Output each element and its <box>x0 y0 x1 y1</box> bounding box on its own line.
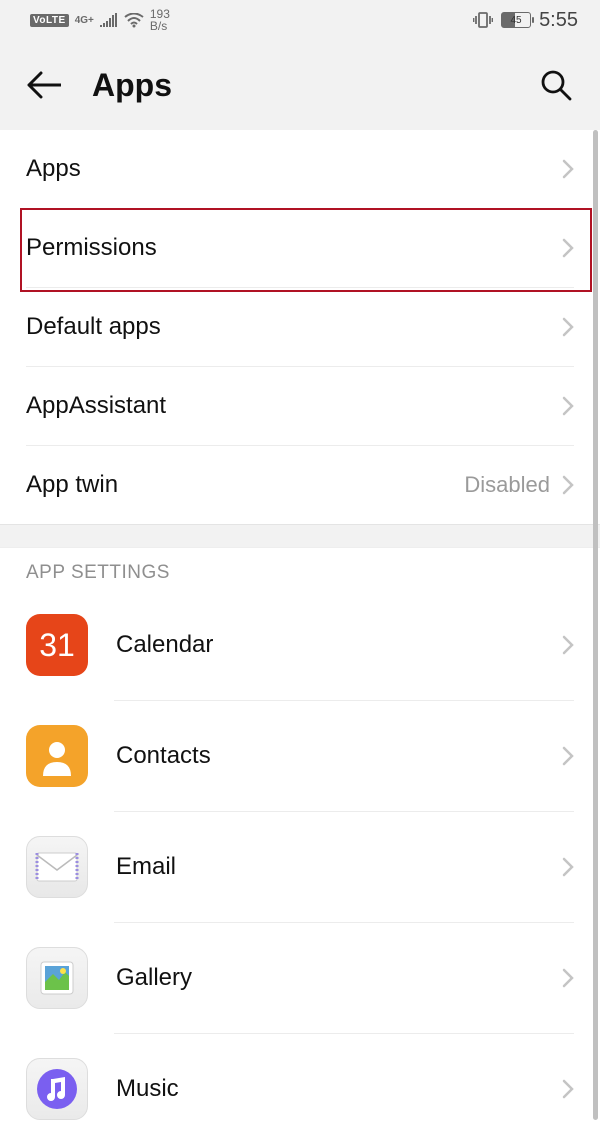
chevron-right-icon <box>562 159 574 179</box>
menu-label: AppAssistant <box>26 392 166 420</box>
app-calendar[interactable]: 31 Calendar <box>0 590 600 700</box>
volte-icon: VoLTE <box>30 14 69 27</box>
gallery-icon <box>26 947 88 1009</box>
contacts-icon <box>26 725 88 787</box>
chevron-right-icon <box>562 635 574 655</box>
status-bar: VoLTE 4G+ 193 B/s 45 5:55 <box>0 0 600 40</box>
chevron-right-icon <box>562 1079 574 1099</box>
music-icon <box>26 1058 88 1120</box>
wifi-icon <box>124 13 144 28</box>
app-label: Gallery <box>116 964 192 992</box>
menu-default-apps[interactable]: Default apps <box>0 288 600 366</box>
app-label: Email <box>116 853 176 881</box>
app-email[interactable]: Email <box>0 812 600 922</box>
menu-label: Apps <box>26 155 81 183</box>
chevron-right-icon <box>562 238 574 258</box>
settings-section: Apps Permissions Default apps AppAssista… <box>0 130 600 524</box>
menu-label: Default apps <box>26 313 161 341</box>
page-title: Apps <box>92 67 172 104</box>
network-gen-label: 4G+ <box>75 16 94 25</box>
chevron-right-icon <box>562 317 574 337</box>
menu-permissions[interactable]: Permissions <box>0 209 600 287</box>
section-header: APP SETTINGS <box>0 548 600 590</box>
data-rate-unit: B/s <box>150 20 170 32</box>
chevron-right-icon <box>562 968 574 988</box>
email-icon <box>26 836 88 898</box>
scrollbar[interactable] <box>593 130 598 1120</box>
app-music[interactable]: Music <box>0 1034 600 1144</box>
app-label: Calendar <box>116 631 213 659</box>
menu-app-assistant[interactable]: AppAssistant <box>0 367 600 445</box>
menu-app-twin[interactable]: App twin Disabled <box>0 446 600 524</box>
app-label: Music <box>116 1075 179 1103</box>
menu-label: Permissions <box>26 234 157 262</box>
header: Apps <box>0 40 600 130</box>
chevron-right-icon <box>562 396 574 416</box>
app-contacts[interactable]: Contacts <box>0 701 600 811</box>
signal-icon <box>100 13 118 27</box>
chevron-right-icon <box>562 857 574 877</box>
menu-value: Disabled <box>464 472 550 498</box>
search-button[interactable] <box>536 65 576 105</box>
vibrate-icon <box>473 11 493 29</box>
app-label: Contacts <box>116 742 211 770</box>
menu-apps[interactable]: Apps <box>0 130 600 208</box>
app-settings-list: 31 Calendar Contacts Email Gallery Music <box>0 590 600 1144</box>
clock-label: 5:55 <box>539 9 578 32</box>
app-gallery[interactable]: Gallery <box>0 923 600 1033</box>
chevron-right-icon <box>562 746 574 766</box>
chevron-right-icon <box>562 475 574 495</box>
back-button[interactable] <box>24 65 64 105</box>
menu-label: App twin <box>26 471 118 499</box>
battery-icon: 45 <box>501 12 531 28</box>
calendar-icon: 31 <box>26 614 88 676</box>
